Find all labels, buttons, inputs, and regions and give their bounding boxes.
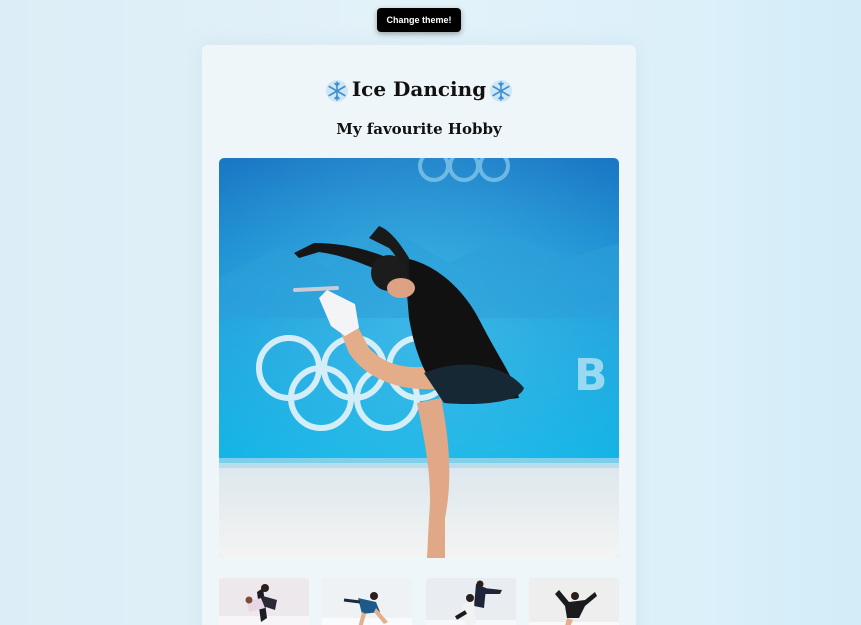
change-theme-button[interactable]: Change theme! [377, 8, 461, 32]
thumbnail-2[interactable] [322, 578, 412, 625]
title-text: Ice Dancing [351, 77, 487, 101]
hobby-card: Ice Dancing My favourite Hobby B [202, 45, 636, 625]
snowflake-icon [490, 79, 513, 102]
page-title: Ice Dancing [202, 77, 636, 103]
svg-text:B: B [574, 350, 608, 401]
thumbnail-4[interactable] [529, 578, 619, 625]
thumbnail-strip [219, 578, 619, 625]
thumbnail-1[interactable] [219, 578, 309, 625]
snowflake-icon [325, 79, 348, 102]
main-skater-photo: B [219, 158, 619, 558]
thumbnail-3[interactable] [426, 578, 516, 625]
page-subtitle: My favourite Hobby [336, 120, 502, 138]
